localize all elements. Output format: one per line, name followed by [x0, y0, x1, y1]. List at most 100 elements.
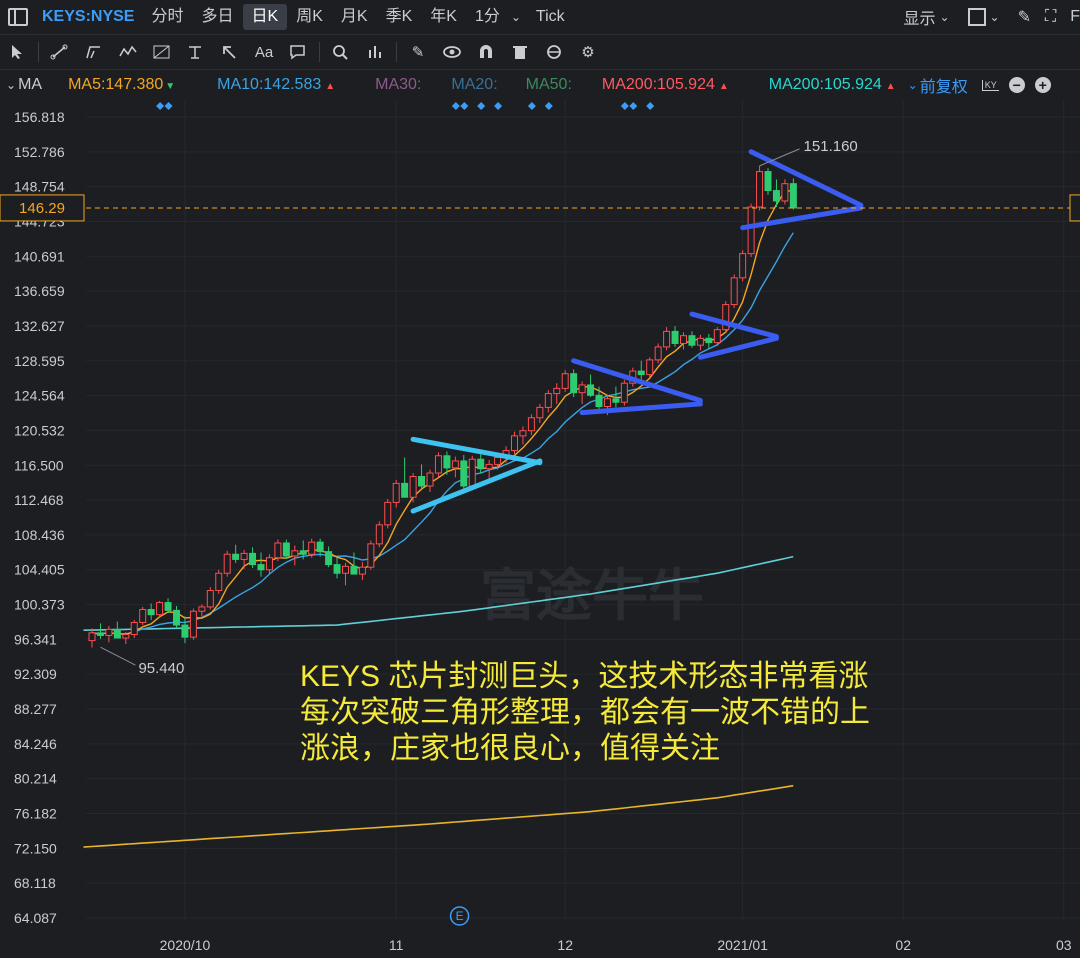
y-tick-label: 92.309: [14, 666, 57, 682]
pattern-icon[interactable]: [362, 39, 388, 65]
candle-body: [637, 370, 645, 376]
min-price-label: 95.440: [138, 660, 184, 677]
candle-body: [358, 566, 366, 575]
candle-body: [122, 634, 130, 639]
candle-body: [451, 460, 459, 469]
price-chart[interactable]: 富途牛牛 156.818152.786148.754144.723140.691…: [0, 100, 1080, 958]
candle-body: [460, 460, 468, 487]
candle-body: [342, 565, 349, 574]
cursor-icon[interactable]: [4, 39, 30, 65]
hline-draw-icon[interactable]: [183, 39, 209, 65]
candle-body: [350, 565, 358, 575]
tab-zhouk[interactable]: 周K: [287, 4, 332, 30]
y-tick-label: 104.405: [14, 562, 65, 578]
tab-1min[interactable]: 1分: [466, 4, 509, 30]
tab-rik[interactable]: 日K: [242, 4, 288, 30]
arrow-draw-icon[interactable]: [217, 39, 243, 65]
candle-body: [789, 183, 797, 209]
candle: [434, 452, 442, 478]
symbol-label[interactable]: KEYS:NYSE: [42, 8, 134, 26]
panel-r-icon[interactable]: F: [1070, 8, 1080, 26]
y-tick-label: 132.627: [14, 318, 65, 334]
candle: [189, 608, 197, 640]
candle-body: [511, 435, 518, 452]
candle: [274, 539, 282, 562]
magnet-icon[interactable]: [473, 39, 499, 65]
fib-draw-icon[interactable]: [149, 39, 175, 65]
candle-body: [747, 206, 755, 255]
ma-item-5: MA200:105.924 ▲: [601, 76, 729, 93]
candle-body: [198, 606, 206, 612]
kx-icon[interactable]: KY: [981, 79, 999, 91]
comment-icon[interactable]: [285, 39, 311, 65]
pen-icon[interactable]: ✎: [1018, 7, 1031, 27]
y-tick-label: 156.818: [14, 109, 65, 125]
candle: [527, 414, 535, 436]
y-tick-label: 140.691: [14, 248, 65, 264]
zoom-icon[interactable]: [328, 39, 354, 65]
signal-diamond: [646, 102, 655, 110]
adjust-price-dropdown[interactable]: 前复权: [920, 73, 968, 97]
pen-icon[interactable]: ✎: [405, 39, 431, 65]
tab-niank[interactable]: 年K: [421, 4, 466, 30]
candle-body: [544, 393, 552, 408]
candle-body: [316, 541, 324, 553]
candle: [781, 179, 789, 205]
settings-icon[interactable]: ⚙: [575, 39, 601, 65]
tab-fenshi[interactable]: 分时: [142, 4, 192, 30]
ma-item-3: MA20:: [451, 76, 498, 93]
tab-jik[interactable]: 季K: [377, 4, 422, 30]
candle-body: [282, 542, 290, 557]
square-select-icon[interactable]: [967, 8, 986, 26]
candle-body: [189, 610, 197, 638]
fullscreen-icon[interactable]: ⛶: [1045, 8, 1056, 26]
candle-body: [485, 463, 493, 470]
candle: [418, 464, 426, 491]
candle: [223, 550, 231, 577]
tab-duori[interactable]: 多日: [192, 4, 242, 30]
plus-circle-icon[interactable]: +: [1034, 77, 1051, 93]
watermark: 富途牛牛: [480, 564, 704, 627]
channel-draw-icon[interactable]: [81, 39, 107, 65]
ma-prefix[interactable]: MA: [18, 76, 42, 94]
svg-text:E: E: [456, 909, 464, 923]
event-marker[interactable]: E: [449, 906, 470, 926]
candle: [688, 331, 696, 348]
tab-tick[interactable]: Tick: [527, 4, 574, 30]
candle: [553, 383, 561, 404]
candle: [620, 379, 628, 406]
minus-circle-icon[interactable]: −: [1008, 77, 1025, 93]
tab-yuek[interactable]: 月K: [332, 4, 377, 30]
candle: [409, 473, 417, 503]
candle-body: [257, 564, 265, 571]
signal-diamond: [494, 102, 503, 110]
candle-body: [468, 458, 476, 487]
candle: [680, 332, 687, 350]
trash-icon[interactable]: [507, 39, 533, 65]
line-draw-icon[interactable]: [47, 39, 73, 65]
sync-icon[interactable]: [541, 39, 567, 65]
candle: [561, 370, 569, 392]
signal-diamond: [620, 102, 629, 110]
signal-diamonds: [156, 102, 655, 110]
ma-item-1: MA10:142.583 ▲: [217, 76, 336, 93]
candle-body: [494, 456, 502, 465]
wave-draw-icon[interactable]: [115, 39, 141, 65]
signal-diamond: [164, 102, 173, 110]
chevron-down-icon[interactable]: ⌄: [6, 78, 16, 92]
candle: [646, 357, 654, 379]
candle: [206, 587, 214, 610]
chevron-down-icon[interactable]: ⌄: [511, 10, 521, 24]
chevron-down-icon[interactable]: ⌄: [908, 78, 918, 92]
eye-icon[interactable]: [439, 39, 465, 65]
text-tool-icon[interactable]: Aa: [251, 39, 277, 65]
ma200-lower-line: [83, 784, 794, 848]
sidebar-toggle-icon[interactable]: [8, 8, 28, 26]
candle-body: [756, 171, 764, 208]
chevron-down-icon[interactable]: ⌄: [939, 10, 949, 24]
candle-body: [164, 602, 172, 611]
display-menu[interactable]: 显示: [903, 5, 935, 29]
candle-body: [578, 384, 586, 394]
toolbar-divider: [38, 42, 39, 62]
chevron-down-icon[interactable]: ⌄: [990, 10, 1000, 24]
